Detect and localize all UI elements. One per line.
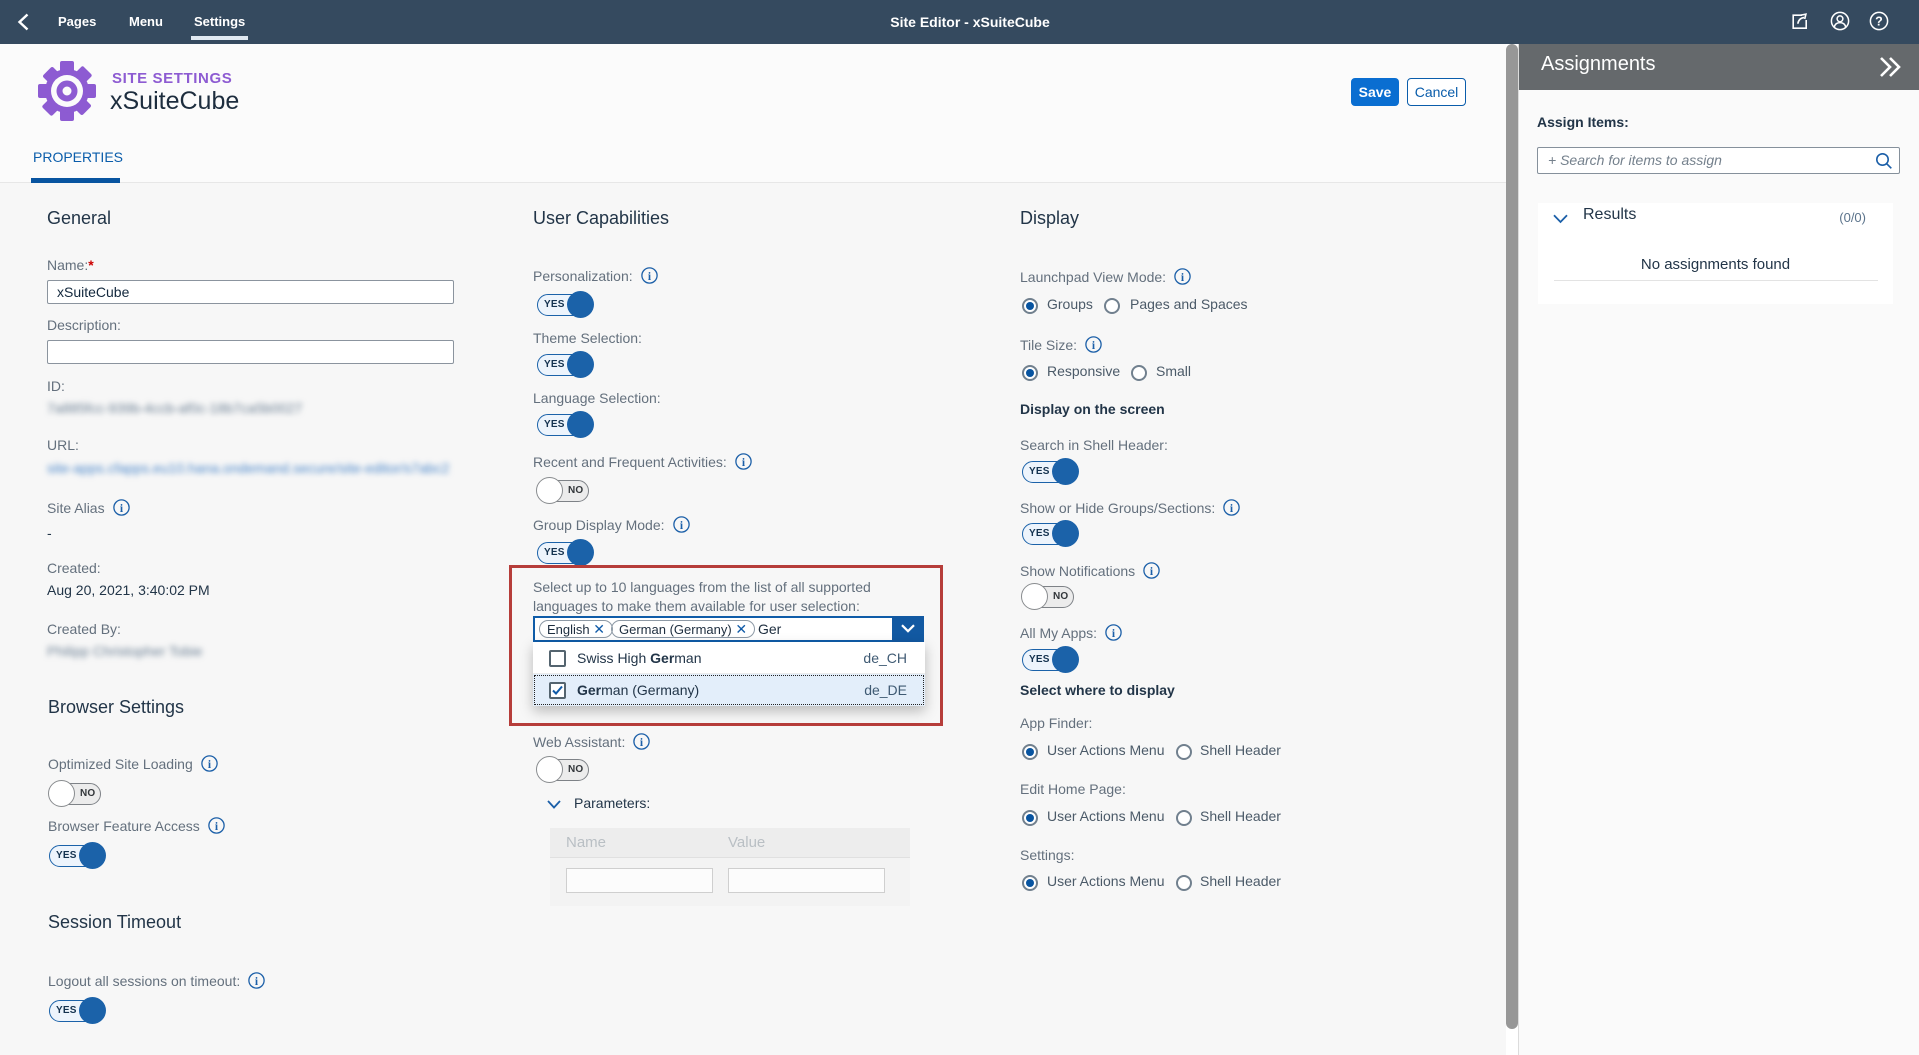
svg-text:i: i — [119, 503, 123, 515]
svg-text:i: i — [1112, 628, 1116, 640]
svg-text:i: i — [1150, 566, 1154, 578]
svg-text:i: i — [208, 759, 212, 771]
svg-text:i: i — [1230, 503, 1234, 515]
svg-text:i: i — [255, 976, 259, 988]
svg-text:i: i — [1092, 340, 1096, 352]
svg-text:i: i — [648, 271, 652, 283]
svg-text:i: i — [679, 520, 683, 532]
svg-text:?: ? — [1875, 14, 1883, 28]
svg-text:i: i — [640, 737, 644, 749]
svg-text:i: i — [215, 821, 219, 833]
svg-text:i: i — [1181, 272, 1185, 284]
svg-text:i: i — [742, 457, 746, 469]
